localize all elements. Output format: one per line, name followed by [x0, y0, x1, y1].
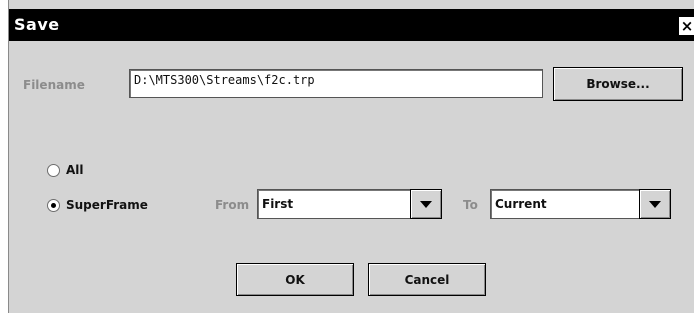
cancel-button[interactable]: Cancel [368, 263, 486, 296]
filename-field[interactable]: D:\MTS300\Streams\f2c.trp [129, 69, 543, 98]
chevron-down-icon[interactable] [639, 189, 671, 219]
to-arrow-glyph [649, 201, 661, 208]
radio-unchecked-icon[interactable] [47, 164, 60, 177]
to-dropdown-value[interactable]: Current [490, 189, 640, 219]
window-title: Save [14, 15, 60, 34]
to-selected-text: Current [495, 197, 547, 211]
ok-button[interactable]: OK [236, 263, 354, 296]
close-icon[interactable]: × [679, 17, 694, 35]
from-label: From [215, 198, 250, 212]
from-arrow-glyph [420, 201, 432, 208]
radio-dot [51, 203, 56, 208]
save-dialog: Save × Filename D:\MTS300\Streams\f2c.tr… [8, 0, 694, 313]
all-radio-label[interactable]: All [66, 163, 84, 177]
filename-label: Filename [23, 78, 85, 92]
chevron-down-icon[interactable] [410, 189, 442, 219]
filename-value: D:\MTS300\Streams\f2c.trp [134, 73, 315, 87]
browse-button[interactable]: Browse... [553, 67, 683, 101]
to-label: To [463, 198, 478, 212]
title-bar[interactable]: Save × [9, 9, 694, 41]
from-dropdown-value[interactable]: First [257, 189, 411, 219]
to-dropdown[interactable]: Current [490, 189, 671, 219]
superframe-radio-label[interactable]: SuperFrame [66, 198, 148, 212]
from-dropdown[interactable]: First [257, 189, 442, 219]
radio-checked-icon[interactable] [47, 199, 60, 212]
from-selected-text: First [262, 197, 294, 211]
